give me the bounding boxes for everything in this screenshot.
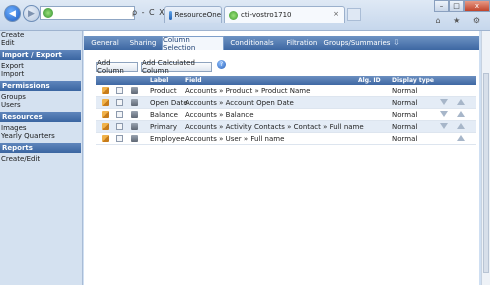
- move-up-icon[interactable]: [457, 99, 465, 105]
- tab-label: ResourceOne: [174, 11, 221, 19]
- address-bar[interactable]: [40, 6, 135, 20]
- row-field: Accounts » Activity Contacts » Contact »…: [185, 123, 364, 131]
- grid-header: Label Field Alg. ID Display type: [96, 76, 476, 85]
- move-down-icon[interactable]: [440, 111, 448, 117]
- row-field: Accounts » User » Full name: [185, 135, 285, 143]
- copy-icon[interactable]: [116, 111, 123, 118]
- header-display-type: Display type: [392, 77, 434, 84]
- row-label: Open Date: [150, 99, 188, 107]
- close-window-button[interactable]: x: [464, 0, 490, 12]
- report-tabs: General Sharing Column Selection Conditi…: [84, 36, 479, 52]
- tab-sharing[interactable]: Sharing: [126, 36, 160, 50]
- browser-toolbar: ◀ ▶ ρ - C X ResourceOne cti-vostro1710 ×…: [0, 0, 490, 31]
- tab-general[interactable]: General: [86, 36, 124, 50]
- move-down-icon[interactable]: [440, 123, 448, 129]
- row-display-type[interactable]: Normal: [392, 135, 417, 143]
- sidebar-item-yearly-quarters[interactable]: Yearly Quarters: [0, 132, 82, 140]
- sidebar-section-reports: Reports: [0, 143, 81, 153]
- table-row: Open Date Accounts » Account Open Date Nor…: [96, 97, 476, 109]
- edit-icon[interactable]: [102, 87, 109, 94]
- tab-close-icon[interactable]: ×: [333, 10, 339, 18]
- minimize-button[interactable]: –: [434, 0, 449, 12]
- table-row: Balance Accounts » Balance Normal: [96, 109, 476, 121]
- copy-icon[interactable]: [116, 135, 123, 142]
- page-scrollbar[interactable]: [481, 31, 490, 285]
- row-display-type[interactable]: Normal: [392, 111, 417, 119]
- tab-groups-summaries[interactable]: Groups/Summaries: [324, 36, 391, 50]
- delete-icon[interactable]: [131, 123, 138, 130]
- column-grid: Label Field Alg. ID Display type Product…: [96, 76, 476, 145]
- edit-icon[interactable]: [102, 111, 109, 118]
- row-display-type[interactable]: Normal: [392, 123, 417, 131]
- delete-icon[interactable]: [131, 99, 138, 106]
- row-field: Accounts » Account Open Date: [185, 99, 294, 107]
- tab-icon: [169, 10, 172, 20]
- help-icon[interactable]: ?: [217, 60, 226, 69]
- edit-icon[interactable]: [102, 135, 109, 142]
- sidebar-item-images[interactable]: Images: [0, 124, 82, 132]
- move-up-icon[interactable]: [457, 111, 465, 117]
- add-calculated-column-button[interactable]: Add Calculated Column: [141, 59, 212, 75]
- tab-column-selection[interactable]: Column Selection: [162, 36, 224, 52]
- copy-icon[interactable]: [116, 87, 123, 94]
- add-column-button[interactable]: Add Column: [96, 59, 138, 75]
- sidebar-section-resources: Resources: [0, 112, 81, 122]
- edit-icon[interactable]: [102, 99, 109, 106]
- row-label: Product: [150, 87, 177, 95]
- row-label: Balance: [150, 111, 178, 119]
- tab-icon: [229, 10, 238, 20]
- report-editor: General Sharing Column Selection Conditi…: [84, 31, 479, 285]
- sidebar-item-create[interactable]: Create: [0, 31, 82, 39]
- maximize-button[interactable]: □: [449, 0, 464, 12]
- table-row: Employee Accounts » User » Full name Norma…: [96, 133, 476, 145]
- copy-icon[interactable]: [116, 123, 123, 130]
- copy-icon[interactable]: [116, 99, 123, 106]
- header-field: Field: [185, 77, 202, 84]
- new-tab-button[interactable]: [347, 8, 361, 21]
- sidebar-section-import-export: Import / Export: [0, 50, 81, 60]
- delete-icon[interactable]: [131, 135, 138, 142]
- row-field: Accounts » Balance: [185, 111, 254, 119]
- edit-icon[interactable]: [102, 123, 109, 130]
- row-label: Primary: [150, 123, 178, 131]
- scrollbar-thumb[interactable]: [483, 73, 489, 273]
- browser-tab-resourceone[interactable]: ResourceOne: [164, 6, 222, 23]
- row-field: Accounts » Product » Product Name: [185, 87, 311, 95]
- sidebar-item-users[interactable]: Users: [0, 101, 82, 109]
- back-icon[interactable]: ◀: [4, 5, 21, 22]
- move-up-icon[interactable]: [457, 135, 465, 141]
- row-display-type[interactable]: Normal: [392, 87, 417, 95]
- sidebar-item-create-edit[interactable]: Create/Edit: [0, 155, 82, 163]
- tab-filtration[interactable]: Filtration: [280, 36, 324, 50]
- delete-icon[interactable]: [131, 87, 138, 94]
- tab-conditionals[interactable]: Conditionals: [227, 36, 277, 50]
- tab-scroll-arrow-icon[interactable]: ⇩: [393, 38, 403, 47]
- sidebar: Create Edit Import / Export Export Impor…: [0, 31, 83, 285]
- sidebar-item-import[interactable]: Import: [0, 70, 82, 78]
- move-up-icon[interactable]: [457, 123, 465, 129]
- sidebar-item-edit[interactable]: Edit: [0, 39, 82, 47]
- site-icon: [43, 8, 53, 18]
- header-agg: Alg. ID: [358, 77, 381, 84]
- tab-label: cti-vostro1710: [241, 11, 292, 19]
- browser-tab-active[interactable]: cti-vostro1710 ×: [224, 6, 345, 23]
- forward-icon[interactable]: ▶: [23, 5, 40, 22]
- browser-right-icons[interactable]: ⌂ ★ ⚙: [435, 16, 485, 25]
- row-display-type[interactable]: Normal: [392, 99, 417, 107]
- sidebar-section-permissions: Permissions: [0, 81, 81, 91]
- address-controls[interactable]: ρ - C X: [132, 8, 166, 17]
- header-label: Label: [150, 77, 169, 84]
- table-row: Primary Accounts » Activity Contacts » Co…: [96, 121, 476, 133]
- table-row: Product Accounts » Product » Product Name…: [96, 85, 476, 97]
- delete-icon[interactable]: [131, 111, 138, 118]
- sidebar-item-groups[interactable]: Groups: [0, 93, 82, 101]
- sidebar-item-export[interactable]: Export: [0, 62, 82, 70]
- row-label: Employee: [150, 135, 185, 143]
- move-down-icon[interactable]: [440, 99, 448, 105]
